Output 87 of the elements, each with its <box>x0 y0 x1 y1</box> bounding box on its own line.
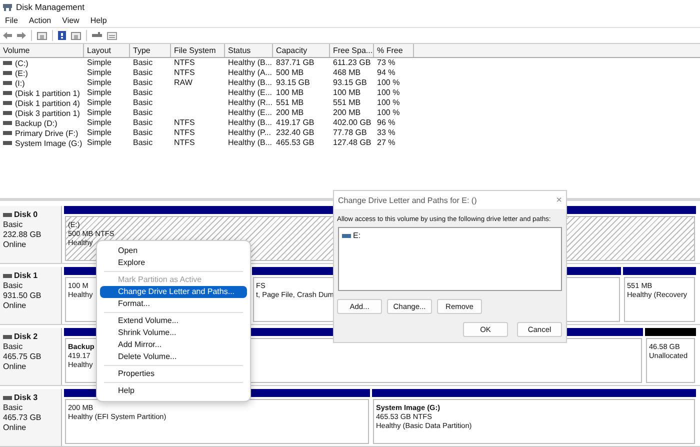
table-cell: 468 MB <box>333 68 361 78</box>
disk-status: Online <box>3 240 28 250</box>
disk-type: Basic <box>3 220 24 230</box>
table-cell: 100 MB <box>276 88 304 98</box>
dialog-title: Change Drive Letter and Paths for E: () <box>338 196 477 204</box>
table-cell: Basic <box>133 128 153 138</box>
disk-name: Disk 3 <box>14 393 38 403</box>
disk-status: Online <box>3 301 28 311</box>
table-cell: 551 MB <box>276 98 304 108</box>
table-cell: Healthy (E... <box>228 88 272 98</box>
table-cell: (Disk 1 partition 1) <box>15 88 80 98</box>
table-cell: Basic <box>133 138 153 148</box>
table-cell: Simple <box>87 78 112 88</box>
table-cell: 200 MB <box>276 108 304 118</box>
table-cell: 93.15 GB <box>333 78 367 88</box>
table-cell: 33 % <box>377 128 396 138</box>
table-cell: Simple <box>87 138 112 148</box>
disk-type: Basic <box>3 403 24 413</box>
table-cell: 100 % <box>377 78 400 88</box>
table-cell: Simple <box>87 108 112 118</box>
table-cell: Healthy (B... <box>228 78 272 88</box>
table-cell: (Disk 3 partition 1) <box>15 108 80 118</box>
table-cell: 100 % <box>377 98 400 108</box>
disk-status: Online <box>3 423 28 433</box>
disk-name: Disk 0 <box>14 210 38 220</box>
table-cell: 500 MB <box>276 68 304 78</box>
table-cell: RAW <box>174 78 192 88</box>
table-cell: (C:) <box>15 58 28 68</box>
table-cell: NTFS <box>174 68 195 78</box>
table-cell: Simple <box>87 88 112 98</box>
table-cell: Healthy (B... <box>228 58 272 68</box>
disk-type: Basic <box>3 342 24 352</box>
table-cell: 419.17 GB <box>276 118 314 128</box>
table-cell: Healthy (B... <box>228 118 272 128</box>
table-cell: 73 % <box>377 58 396 68</box>
table-cell: 100 MB <box>333 88 361 98</box>
disk-name: Disk 2 <box>14 332 38 342</box>
table-cell: Simple <box>87 128 112 138</box>
table-cell: Healthy (E... <box>228 108 272 118</box>
table-cell: NTFS <box>174 58 195 68</box>
table-cell: Simple <box>87 68 112 78</box>
table-cell: 837.71 GB <box>276 58 314 68</box>
table-cell: 551 MB <box>333 98 361 108</box>
table-cell: Primary Drive (F:) <box>15 128 78 138</box>
table-cell: 232.40 GB <box>276 128 314 138</box>
table-cell: NTFS <box>174 138 195 148</box>
table-cell: 465.53 GB <box>276 138 314 148</box>
table-cell: Basic <box>133 68 153 78</box>
table-cell: (E:) <box>15 68 28 78</box>
table-cell: Healthy (R... <box>228 98 272 108</box>
table-cell: Basic <box>133 58 153 68</box>
table-cell: Healthy (B... <box>228 138 272 148</box>
disk-size: 931.50 GB <box>3 291 42 301</box>
table-cell: (I:) <box>15 78 25 88</box>
table-cell: Backup (D:) <box>15 118 58 128</box>
table-cell: Basic <box>133 118 153 128</box>
disk-size: 232.88 GB <box>3 230 42 240</box>
table-cell: Basic <box>133 78 153 88</box>
table-cell: Simple <box>87 98 112 108</box>
table-cell: Healthy (P... <box>228 128 271 138</box>
window-title: Disk Management <box>16 2 85 12</box>
table-cell: Basic <box>133 88 153 98</box>
table-cell: NTFS <box>174 118 195 128</box>
table-cell: 94 % <box>377 68 396 78</box>
table-cell: NTFS <box>174 128 195 138</box>
table-cell: 100 % <box>377 88 400 98</box>
table-cell: Simple <box>87 118 112 128</box>
table-cell: 100 % <box>377 108 400 118</box>
table-cell: 127.48 GB <box>333 138 372 148</box>
table-cell: 77.78 GB <box>333 128 367 138</box>
table-cell: 93.15 GB <box>276 78 310 88</box>
disk-size: 465.73 GB <box>3 413 42 423</box>
table-cell: Basic <box>133 108 153 118</box>
disk-status: Online <box>3 362 28 372</box>
disk-type: Basic <box>3 281 24 291</box>
table-cell: 96 % <box>377 118 396 128</box>
table-cell: 402.00 GB <box>333 118 372 128</box>
table-cell: Simple <box>87 58 112 68</box>
disk-name: Disk 1 <box>14 271 38 281</box>
disk-size: 465.75 GB <box>3 352 42 362</box>
table-cell: 200 MB <box>333 108 361 118</box>
table-cell: Basic <box>133 98 153 108</box>
table-cell: 27 % <box>377 138 396 148</box>
table-cell: 611.23 GB <box>333 58 371 68</box>
table-cell: Healthy (A... <box>228 68 272 78</box>
table-cell: System Image (G:) <box>15 138 82 148</box>
table-cell: (Disk 1 partition 4) <box>15 98 80 108</box>
